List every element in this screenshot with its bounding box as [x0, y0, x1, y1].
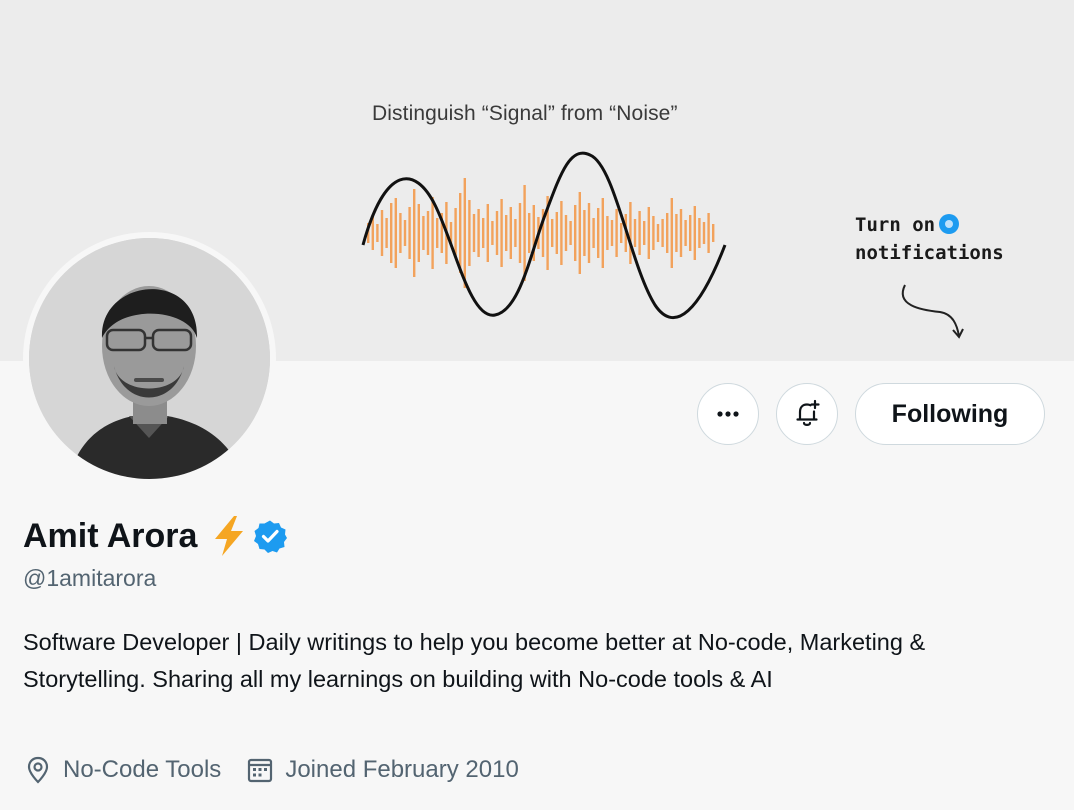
noise-bar: [574, 205, 577, 261]
notifications-button[interactable]: [776, 383, 838, 445]
noise-bar: [399, 213, 402, 253]
verified-badge-icon[interactable]: [253, 519, 288, 553]
avatar-photo: [29, 238, 270, 479]
location-text: No-Code Tools: [63, 756, 222, 783]
noise-bar: [514, 219, 517, 247]
noise-bar: [583, 210, 586, 256]
joined-text: Joined February 2010: [285, 756, 519, 783]
avatar[interactable]: [29, 238, 270, 479]
noise-bar: [652, 216, 655, 250]
noise-bar: [403, 220, 407, 246]
noise-bar: [500, 199, 503, 267]
noise-bar: [615, 209, 618, 257]
noise-bar: [518, 203, 522, 263]
noise-bar: [698, 218, 701, 248]
noise-bar: [482, 218, 485, 248]
noise-bar: [417, 204, 420, 262]
noise-bar: [675, 214, 678, 252]
user-handle: @1amitarora: [23, 565, 157, 591]
noise-bar: [702, 222, 706, 244]
noise-bars: [367, 178, 715, 288]
noise-bar: [610, 220, 614, 246]
noise-bar: [601, 198, 604, 268]
noise-bar: [486, 204, 489, 262]
noise-bar: [528, 213, 531, 253]
noise-bar: [376, 224, 379, 242]
noise-bar: [597, 208, 600, 258]
noise-bar: [523, 185, 526, 281]
avatar-frame[interactable]: [23, 232, 276, 485]
location-pin-icon: [27, 756, 49, 784]
noise-bar: [647, 207, 650, 259]
noise-bar: [390, 203, 393, 263]
noise-bar: [606, 216, 609, 250]
noise-bar: [505, 215, 508, 251]
noise-bar: [408, 207, 411, 259]
noise-bar: [661, 219, 664, 247]
noise-bar: [587, 203, 591, 263]
noise-bar: [670, 198, 673, 268]
noise-bar: [555, 212, 558, 254]
noise-bar: [477, 209, 480, 257]
calendar-icon: [248, 758, 273, 783]
noise-bar: [413, 189, 416, 277]
noise-bar: [385, 218, 388, 248]
banner-headline: Distinguish “Signal” from “Noise”: [372, 102, 678, 125]
noise-bar: [620, 223, 623, 243]
noise-bar: [560, 201, 563, 265]
noise-bar: [578, 192, 581, 274]
noise-bar: [592, 218, 595, 248]
notify-line-2: notifications: [855, 242, 1004, 264]
noise-bar: [426, 211, 430, 255]
noise-bar: [431, 197, 434, 269]
noise-bar: [629, 202, 632, 264]
lightning-bolt-icon: [215, 516, 244, 556]
noise-bar: [491, 221, 494, 245]
noise-bar: [712, 224, 715, 242]
noise-bar: [684, 220, 687, 246]
noise-bar: [472, 214, 476, 252]
noise-bar: [463, 178, 466, 288]
noise-bar: [707, 213, 710, 253]
noise-bar: [679, 209, 683, 257]
noise-bar: [656, 224, 660, 242]
notify-line-1: Turn on: [855, 214, 936, 236]
noise-bar: [459, 193, 462, 273]
profile-meta: No-Code Tools Joined February 2010: [23, 755, 519, 785]
noise-bar: [495, 211, 499, 255]
curved-arrow-icon: [901, 284, 964, 339]
noise-bar: [509, 207, 512, 259]
joined-item: Joined February 2010: [245, 755, 519, 785]
more-horizontal-icon: [717, 411, 739, 417]
display-name: Amit Arora: [23, 516, 198, 555]
noise-bar: [643, 221, 646, 245]
noise-bar: [564, 215, 568, 251]
signal-noise-wave-graphic: [361, 151, 727, 319]
noise-bar: [666, 213, 669, 253]
profile-bio: Software Developer | Daily writings to h…: [23, 629, 926, 692]
following-button[interactable]: Following: [855, 383, 1045, 445]
noise-bar: [380, 210, 384, 256]
noise-bar: [689, 215, 692, 251]
noise-bar: [693, 206, 696, 260]
profile-name-row: Amit Arora: [23, 514, 288, 558]
noise-bar: [468, 200, 471, 266]
noise-bar: [551, 219, 554, 247]
noise-bar: [394, 198, 397, 268]
noise-bar: [436, 218, 439, 248]
notification-callout: Turn on notifications: [855, 211, 1004, 267]
notification-dot-icon: [939, 214, 960, 234]
noise-bar: [569, 221, 572, 245]
noise-bar: [633, 219, 637, 247]
location-item: No-Code Tools: [23, 755, 221, 785]
bell-plus-icon: [796, 399, 820, 426]
more-options-button[interactable]: [697, 383, 759, 445]
noise-bar: [422, 216, 425, 250]
noise-bar: [638, 211, 641, 255]
